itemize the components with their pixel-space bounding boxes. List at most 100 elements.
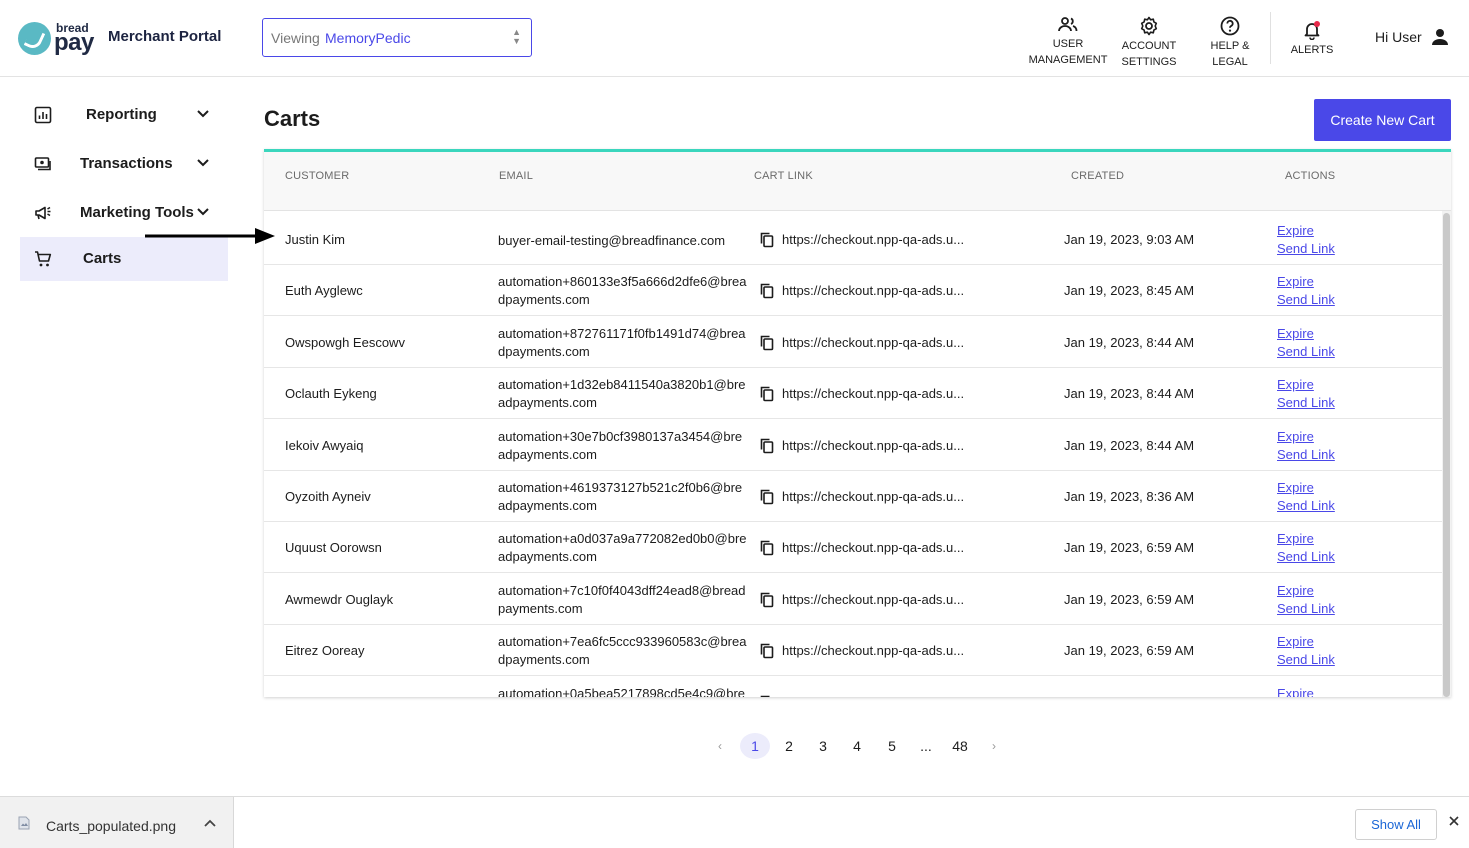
close-icon[interactable] <box>1448 815 1460 827</box>
send-link[interactable]: Send Link <box>1277 497 1335 515</box>
expire-link[interactable]: Expire <box>1277 222 1314 240</box>
chevron-down-icon <box>197 208 209 216</box>
table-row: Justin Kim buyer-email-testing@breadfinan… <box>264 214 1442 265</box>
table-row: Oyzoith Ayneiv automation+4619373127b521c… <box>264 471 1442 522</box>
portal-title: Merchant Portal <box>108 28 222 45</box>
expire-link[interactable]: Expire <box>1277 633 1314 651</box>
send-link[interactable]: Send Link <box>1277 600 1335 618</box>
nav-account-settings-line1: ACCOUNT <box>1121 40 1177 52</box>
copy-icon[interactable] <box>760 438 774 454</box>
customer-name: Awmewdr Ouglayk <box>285 592 394 607</box>
created-date: Jan 19, 2023, 6:59 AM <box>1064 592 1195 607</box>
pagination-page-3[interactable]: 3 <box>808 733 838 759</box>
table-row: Owspowgh Eescowv automation+872761171f0fb… <box>264 317 1442 368</box>
cart-link[interactable]: https://checkout.npp-qa-ads.u... <box>782 489 964 504</box>
table-scrollbar[interactable] <box>1442 211 1451 697</box>
cart-link[interactable]: https://checkout.npp-qa-ads.u... <box>782 335 964 350</box>
send-link[interactable]: Send Link <box>1277 548 1335 566</box>
cart-link[interactable]: https://checkout.npp-qa-ads.u... <box>782 386 964 401</box>
pagination-page-48[interactable]: 48 <box>945 733 975 759</box>
copy-icon[interactable] <box>760 335 774 351</box>
cart-link[interactable]: https://checkout.npp-qa-ads.u... <box>782 283 964 298</box>
table-row: Uquust Oorowsn automation+a0d037a9a772082… <box>264 522 1442 573</box>
send-link[interactable]: Send Link <box>1277 394 1335 412</box>
copy-icon[interactable] <box>760 695 774 697</box>
customer-email: automation+30e7b0cf3980137a3454@breadpay… <box>498 429 743 462</box>
expire-link[interactable]: Expire <box>1277 530 1314 548</box>
nav-help-legal[interactable]: HELP & LEGAL <box>1188 16 1272 70</box>
cart-link[interactable]: https://checkout.npp-qa-ads.u... <box>782 695 964 697</box>
carts-table: CUSTOMER EMAIL CART LINK CREATED ACTIONS… <box>264 149 1451 697</box>
expire-link[interactable]: Expire <box>1277 479 1314 497</box>
download-file-name: Carts_populated.png <box>46 818 176 834</box>
copy-icon[interactable] <box>760 643 774 659</box>
cart-link[interactable]: https://checkout.npp-qa-ads.u... <box>782 540 964 555</box>
send-link[interactable]: Send Link <box>1277 291 1335 309</box>
customer-email: automation+1d32eb8411540a3820b1@breadpay… <box>498 377 746 410</box>
pagination-page-4[interactable]: 4 <box>842 733 872 759</box>
pagination-page-5[interactable]: 5 <box>877 733 907 759</box>
table-row: Euth Ayglewc automation+860133e3f5a666d2d… <box>264 265 1442 316</box>
help-icon <box>1220 16 1240 36</box>
merchant-select[interactable]: Viewing MemoryPedic ▲ ▼ <box>262 18 532 57</box>
top-header: bread pay Merchant Portal Viewing Memory… <box>0 0 1469 77</box>
merchant-select-label: Viewing <box>271 30 320 46</box>
column-header-created[interactable]: CREATED <box>1071 170 1124 182</box>
copy-icon[interactable] <box>760 489 774 505</box>
copy-icon[interactable] <box>760 232 774 248</box>
copy-icon[interactable] <box>760 283 774 299</box>
table-row: Oclauth Eykeng automation+1d32eb8411540a3… <box>264 368 1442 419</box>
scrollbar-thumb[interactable] <box>1443 213 1450 697</box>
nav-alerts[interactable]: ALERTS <box>1270 20 1354 58</box>
copy-icon[interactable] <box>760 592 774 608</box>
customer-name: Justin Kim <box>285 232 345 247</box>
send-link[interactable]: Send Link <box>1277 343 1335 361</box>
expire-link[interactable]: Expire <box>1277 685 1314 697</box>
table-row: Eyzzitg Oizwefk automation+0a5bea5217898c… <box>264 677 1442 697</box>
logo-mark-icon <box>18 22 51 55</box>
copy-icon[interactable] <box>760 386 774 402</box>
sidebar-item-reporting[interactable]: Reporting <box>20 93 228 137</box>
send-link[interactable]: Send Link <box>1277 240 1335 258</box>
create-new-cart-button[interactable]: Create New Cart <box>1314 99 1451 141</box>
send-link[interactable]: Send Link <box>1277 651 1335 669</box>
column-header-email[interactable]: EMAIL <box>499 170 533 182</box>
copy-icon[interactable] <box>760 540 774 556</box>
megaphone-icon <box>35 206 51 220</box>
column-header-actions: ACTIONS <box>1285 170 1336 182</box>
cart-link[interactable]: https://checkout.npp-qa-ads.u... <box>782 643 964 658</box>
cart-link[interactable]: https://checkout.npp-qa-ads.u... <box>782 232 964 247</box>
customer-name: Owspowgh Eescowv <box>285 335 405 350</box>
pagination-prev[interactable]: ‹ <box>705 733 735 759</box>
column-header-cart-link[interactable]: CART LINK <box>754 170 813 182</box>
expire-link[interactable]: Expire <box>1277 376 1314 394</box>
table-row: Eitrez Ooreay automation+7ea6fc5ccc933960… <box>264 625 1442 676</box>
breadpay-logo[interactable]: bread pay <box>18 20 98 56</box>
chevron-down-icon <box>197 110 209 118</box>
pagination-next[interactable]: › <box>979 733 1009 759</box>
expire-link[interactable]: Expire <box>1277 428 1314 446</box>
table-row: Awmewdr Ouglayk automation+7c10f0f4043dff… <box>264 574 1442 625</box>
download-item[interactable]: Carts_populated.png <box>0 797 234 848</box>
expire-link[interactable]: Expire <box>1277 273 1314 291</box>
pagination-page-2[interactable]: 2 <box>774 733 804 759</box>
chevron-up-icon[interactable] <box>203 818 217 828</box>
user-icon[interactable] <box>1430 27 1450 47</box>
nav-user-management[interactable]: USER MANAGEMENT <box>1026 16 1110 68</box>
column-header-customer[interactable]: CUSTOMER <box>285 170 349 182</box>
send-link[interactable]: Send Link <box>1277 446 1335 464</box>
expire-link[interactable]: Expire <box>1277 325 1314 343</box>
annotation-arrow-icon <box>145 228 275 244</box>
sidebar-item-label: Marketing Tools <box>80 204 194 221</box>
show-all-button[interactable]: Show All <box>1355 809 1437 840</box>
pagination-page-1[interactable]: 1 <box>740 733 770 759</box>
expire-link[interactable]: Expire <box>1277 582 1314 600</box>
logo-text-bottom: pay <box>54 29 94 56</box>
user-greeting[interactable]: Hi User <box>1375 29 1422 45</box>
created-date: Jan 19, 2023, 8:44 AM <box>1064 386 1195 401</box>
cart-link[interactable]: https://checkout.npp-qa-ads.u... <box>782 592 964 607</box>
sidebar-item-transactions[interactable]: Transactions <box>20 142 228 186</box>
cart-link[interactable]: https://checkout.npp-qa-ads.u... <box>782 438 964 453</box>
gear-icon <box>1140 16 1158 36</box>
nav-account-settings[interactable]: ACCOUNT SETTINGS <box>1107 16 1191 70</box>
